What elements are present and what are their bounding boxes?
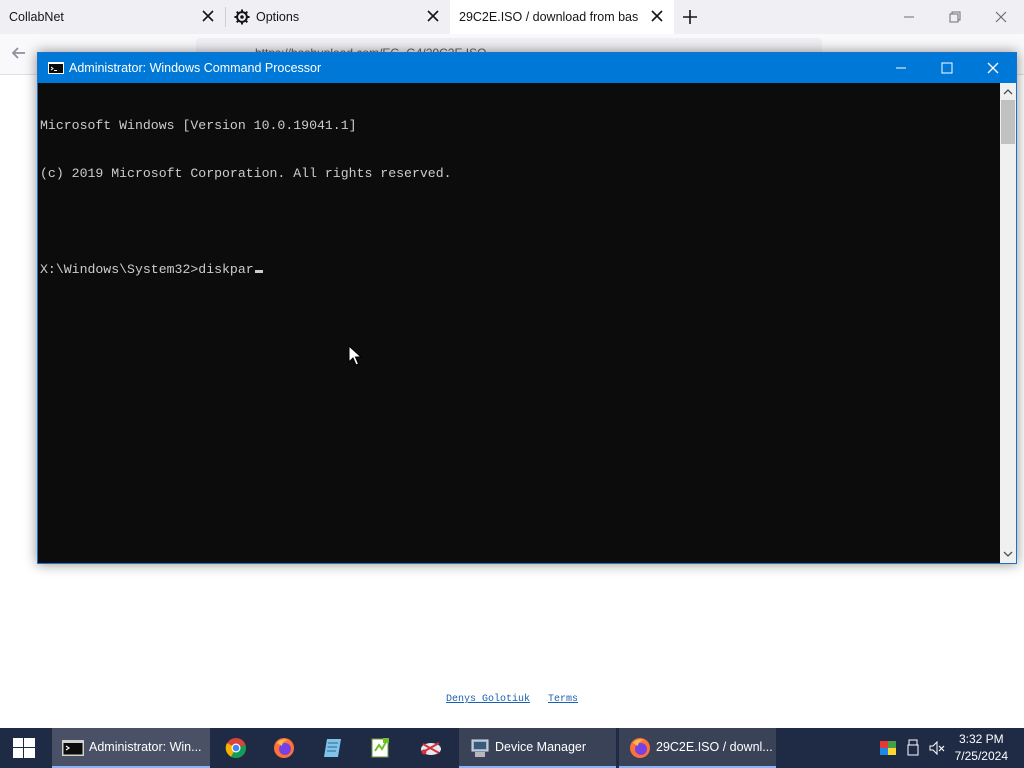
volume-muted-icon[interactable]	[928, 739, 946, 757]
clock-date: 7/25/2024	[954, 749, 1008, 763]
back-arrow-icon[interactable]	[9, 43, 29, 63]
scroll-up-arrow-icon[interactable]	[1003, 87, 1013, 97]
console-prompt-line: X:\Windows\System32>diskpar	[40, 262, 1000, 278]
console-line: Microsoft Windows [Version 10.0.19041.1]	[40, 118, 357, 133]
system-clock[interactable]: 3:32 PM 7/25/2024	[955, 731, 1008, 765]
device-manager-icon	[471, 739, 489, 757]
browser-tab-strip: CollabNet Options 29C2E.ISO / download f…	[0, 0, 1024, 34]
tab-options[interactable]: Options	[226, 0, 450, 34]
tab-29c2e-iso[interactable]: 29C2E.ISO / download from bashu	[450, 0, 674, 34]
new-tab-plus-icon[interactable]	[680, 7, 700, 27]
vertical-scrollbar[interactable]	[1000, 83, 1016, 563]
taskbar-item-firefox[interactable]: 29C2E.ISO / downl...	[619, 728, 776, 768]
taskbar-item-label: 29C2E.ISO / downl...	[656, 740, 773, 754]
footer-link-author[interactable]: Denys Golotiuk	[446, 694, 530, 705]
mouse-pointer-icon	[348, 345, 362, 366]
cmd-window-title: Administrator: Windows Command Processor	[69, 61, 322, 75]
tab-label: CollabNet	[9, 10, 64, 24]
firefox-icon	[630, 738, 650, 758]
cmd-titlebar[interactable]: Administrator: Windows Command Processor	[38, 53, 1016, 83]
cmd-window: Administrator: Windows Command Processor…	[37, 52, 1017, 564]
color-tray-icon[interactable]	[879, 739, 897, 757]
notepad-plus-icon[interactable]	[370, 737, 392, 759]
cmd-icon	[62, 740, 84, 756]
tab-label: 29C2E.ISO / download from bashu	[459, 10, 639, 24]
gear-icon	[234, 9, 250, 25]
cmd-icon	[48, 62, 64, 74]
chrome-icon[interactable]	[225, 737, 247, 759]
tab-label: Options	[256, 10, 300, 24]
windows-start-icon[interactable]	[13, 738, 35, 758]
taskbar-item-device-manager[interactable]: Device Manager	[459, 728, 616, 768]
close-icon[interactable]	[970, 53, 1016, 83]
close-icon[interactable]	[648, 7, 666, 25]
scissors-icon[interactable]	[420, 737, 442, 759]
close-icon[interactable]	[424, 7, 442, 25]
restore-icon[interactable]	[946, 8, 964, 26]
notepad-icon[interactable]	[322, 737, 344, 759]
taskbar-item-label: Administrator: Win...	[89, 740, 202, 754]
minimize-icon[interactable]	[900, 8, 918, 26]
cmd-console-output[interactable]: Microsoft Windows [Version 10.0.19041.1]…	[38, 83, 1000, 563]
console-line: (c) 2019 Microsoft Corporation. All righ…	[40, 166, 452, 181]
console-input: X:\Windows\System32>diskpar	[40, 262, 254, 277]
taskbar: Administrator: Win... Device Manager 29C…	[0, 728, 1024, 768]
maximize-icon[interactable]	[924, 53, 970, 83]
taskbar-item-label: Device Manager	[495, 740, 587, 754]
scroll-thumb[interactable]	[1001, 100, 1015, 144]
text-cursor	[254, 270, 263, 273]
minimize-icon[interactable]	[878, 53, 924, 83]
usb-device-icon[interactable]	[905, 739, 921, 757]
close-icon[interactable]	[199, 7, 217, 25]
footer-link-terms[interactable]: Terms	[548, 694, 578, 705]
clock-time: 3:32 PM	[958, 732, 1004, 746]
scroll-down-arrow-icon[interactable]	[1003, 549, 1013, 559]
taskbar-item-cmd[interactable]: Administrator: Win...	[52, 728, 210, 768]
tab-collabnet[interactable]: CollabNet	[0, 0, 225, 34]
close-window-icon[interactable]	[992, 8, 1010, 26]
firefox-icon[interactable]	[273, 737, 295, 759]
